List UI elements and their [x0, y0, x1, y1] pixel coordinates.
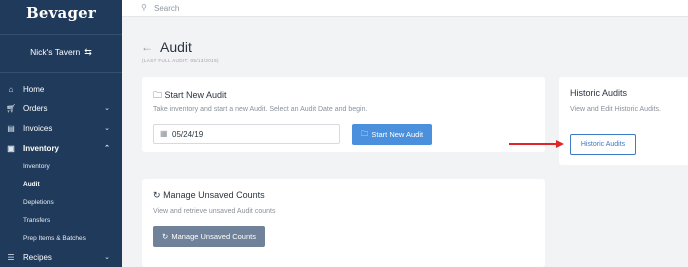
sidebar-subitem-prep-items[interactable]: Prep Items & Batches — [23, 235, 86, 242]
sidebar-item-label: Invoices — [23, 123, 53, 133]
unsaved-counts-title-text: Manage Unsaved Counts — [163, 190, 265, 200]
page-subtitle: (LAST FULL AUDIT: 05/13/2019) — [142, 58, 219, 63]
account-switcher[interactable]: Nick's Tavern ⇆ — [0, 47, 122, 58]
unsaved-counts-description: View and retrieve unsaved Audit counts — [153, 208, 276, 215]
start-new-audit-button[interactable]: 🗀︎ Start New Audit — [352, 124, 432, 145]
sidebar-item-label: Home — [23, 84, 45, 94]
annotation-arrow — [509, 143, 560, 145]
chevron-up-icon: ⌃ — [104, 145, 110, 152]
start-audit-description: Take inventory and start a new Audit. Se… — [153, 106, 368, 113]
start-audit-title-text: Start New Audit — [164, 90, 227, 100]
divider — [0, 72, 122, 73]
divider — [0, 34, 122, 35]
sidebar-subitem-audit[interactable]: Audit — [23, 181, 40, 188]
sidebar-item-inventory[interactable]: ▣ Inventory ⌃ — [0, 139, 122, 157]
search-input[interactable] — [154, 2, 454, 15]
historic-audits-button[interactable]: Historic Audits — [570, 134, 636, 155]
start-audit-title: 🗀︎ Start New Audit — [153, 88, 227, 104]
sidebar: Bevager Nick's Tavern ⇆ ⌂ Home 🛒︎ Orders … — [0, 0, 122, 267]
sidebar-item-label: Recipes — [23, 252, 52, 262]
account-name: Nick's Tavern — [30, 47, 81, 57]
historic-audits-description: View and Edit Historic Audits. — [570, 106, 661, 113]
audit-date-input[interactable] — [172, 128, 332, 141]
swap-icon: ⇆ — [84, 47, 92, 57]
sidebar-subitem-transfers[interactable]: Transfers — [23, 217, 50, 224]
manage-unsaved-counts-button[interactable]: ↻ Manage Unsaved Counts — [153, 226, 265, 247]
chevron-down-icon: ⌄ — [104, 254, 110, 261]
chevron-down-icon: ⌄ — [104, 105, 110, 112]
cart-icon: 🛒︎ — [6, 103, 17, 113]
sidebar-subitem-inventory[interactable]: Inventory — [23, 163, 50, 170]
folder-icon: 🗀︎ — [153, 90, 163, 100]
recipe-icon: ☰ — [7, 252, 15, 262]
brand-logo[interactable]: Bevager — [0, 4, 122, 22]
audit-date-field[interactable]: ▦ — [153, 124, 340, 144]
sidebar-item-label: Inventory — [23, 143, 60, 153]
calendar-icon: ▦ — [160, 129, 168, 138]
folder-icon: 🗀︎ — [360, 129, 369, 138]
manage-unsaved-counts-label: Manage Unsaved Counts — [171, 232, 256, 241]
box-icon: ▣ — [7, 143, 15, 153]
refresh-icon: ↻ — [162, 232, 169, 241]
start-new-audit-label: Start New Audit — [371, 130, 424, 139]
refresh-icon: ↻ — [153, 190, 161, 200]
unsaved-counts-title: ↻ Manage Unsaved Counts — [153, 190, 265, 201]
page-title: Audit — [160, 39, 192, 55]
sidebar-item-invoices[interactable]: ▤ Invoices ⌄ — [0, 119, 122, 137]
sidebar-item-recipes[interactable]: ☰ Recipes ⌄ — [0, 248, 122, 266]
historic-audits-title: Historic Audits — [570, 88, 628, 98]
chevron-down-icon: ⌄ — [104, 125, 110, 132]
sidebar-item-orders[interactable]: 🛒︎ Orders ⌄ — [0, 99, 122, 117]
sidebar-item-home[interactable]: ⌂ Home — [0, 80, 122, 98]
top-bar: ⚲ — [122, 0, 688, 17]
sidebar-item-label: Orders — [23, 103, 48, 113]
annotation-arrow-head — [556, 140, 564, 148]
sidebar-subitem-depletions[interactable]: Depletions — [23, 199, 54, 206]
invoice-icon: ▤ — [7, 123, 15, 133]
home-icon: ⌂ — [8, 84, 14, 94]
back-arrow-icon[interactable]: ← — [141, 40, 153, 54]
search-icon: ⚲ — [141, 3, 147, 12]
